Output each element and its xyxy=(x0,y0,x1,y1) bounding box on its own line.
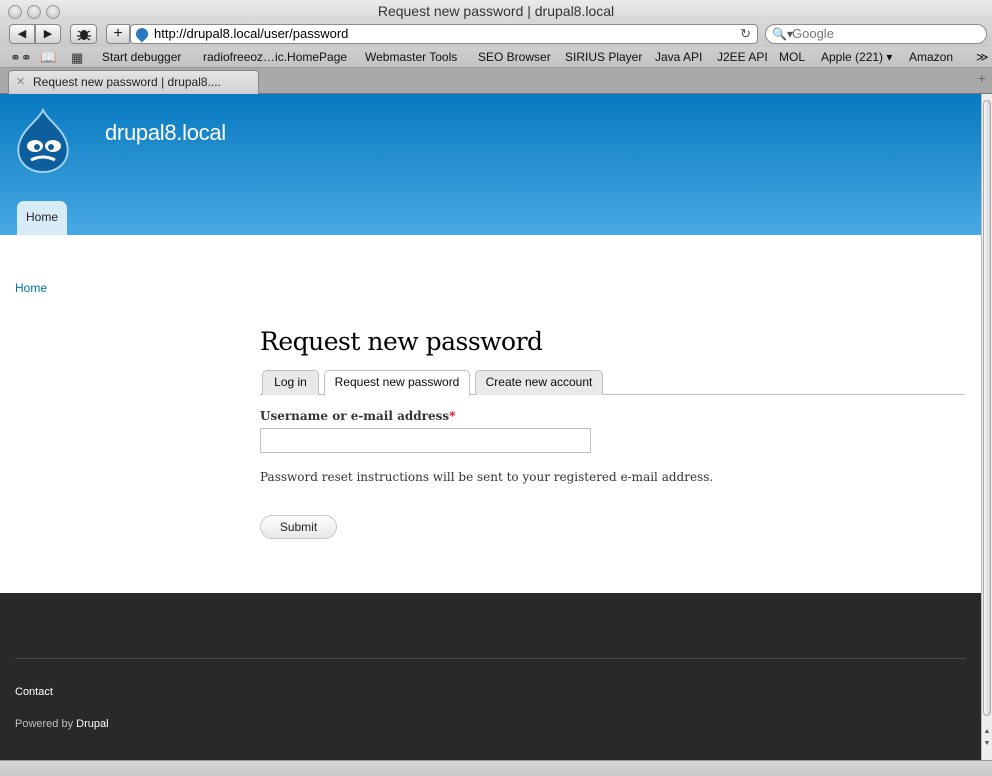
scrollbar-thumb[interactable] xyxy=(983,100,991,716)
tab-create-new-account[interactable]: Create new account xyxy=(475,370,603,395)
tab-log-in[interactable]: Log in xyxy=(262,370,319,395)
username-or-email-input[interactable] xyxy=(260,428,591,453)
reload-icon[interactable]: ↻ xyxy=(740,25,751,43)
page-title: Request new password xyxy=(260,327,543,356)
browser-tab-bar: ✕ Request new password | drupal8.... + xyxy=(0,68,992,94)
bookmark-java-api[interactable]: Java API xyxy=(655,47,702,68)
username-label-text: Username or e-mail address xyxy=(260,409,450,423)
bookmark-webmaster-tools[interactable]: Webmaster Tools xyxy=(365,47,457,68)
powered-by-prefix: Powered by xyxy=(15,718,77,730)
tab-request-new-password[interactable]: Request new password xyxy=(324,370,470,396)
powered-by-text: Powered by Drupal xyxy=(15,718,109,730)
bookmark-amazon[interactable]: Amazon xyxy=(909,47,953,68)
main-nav-home-tab[interactable]: Home xyxy=(17,201,67,235)
footer-contact-link[interactable]: Contact xyxy=(15,686,53,698)
user-tabs: Log in Request new password Create new a… xyxy=(260,369,965,396)
zoom-window-button[interactable] xyxy=(46,5,60,19)
footer-divider xyxy=(15,658,966,659)
submit-button[interactable]: Submit xyxy=(260,515,337,539)
drupal-favicon-icon xyxy=(133,25,151,43)
scroll-down-arrow-icon[interactable]: ▼ xyxy=(982,738,992,749)
plus-icon: + xyxy=(113,25,123,42)
field-description: Password reset instructions will be sent… xyxy=(260,470,714,484)
browser-tab-label: Request new password | drupal8.... xyxy=(33,75,221,89)
required-marker: * xyxy=(449,409,456,423)
back-arrow-icon: ◀ xyxy=(17,28,27,40)
scroll-up-arrow-icon[interactable]: ▲ xyxy=(982,726,992,737)
drupal-link[interactable]: Drupal xyxy=(76,718,108,730)
url-text: http://drupal8.local/user/password xyxy=(154,26,349,41)
breadcrumb-home-link[interactable]: Home xyxy=(15,281,47,295)
bookmarks-overflow-icon[interactable]: ≫ xyxy=(976,47,989,68)
bookmark-j2ee-api[interactable]: J2EE API xyxy=(717,47,768,68)
browser-tab[interactable]: ✕ Request new password | drupal8.... xyxy=(8,70,259,94)
username-field-label: Username or e-mail address* xyxy=(260,409,455,423)
minimize-window-button[interactable] xyxy=(27,5,41,19)
bookmark-mol[interactable]: MOL xyxy=(779,47,805,68)
bookmark-start-debugger[interactable]: Start debugger xyxy=(102,47,181,68)
bookmark-apple[interactable]: Apple (221) ▾ xyxy=(821,47,892,68)
status-bar xyxy=(0,760,992,776)
bookmarks-bar: ⚭⚭ 📖 ▦ Start debugger radiofreeoz…ic.Hom… xyxy=(0,47,992,68)
site-name-link[interactable]: drupal8.local xyxy=(105,120,226,146)
vertical-scrollbar[interactable]: ▲ ▼ xyxy=(981,94,992,760)
window-titlebar: Request new password | drupal8.local xyxy=(0,0,992,22)
browser-toolbar: ◀ ▶ + http://drupal8.local/user/password… xyxy=(0,22,992,47)
forward-button[interactable]: ▶ xyxy=(35,24,61,44)
site-header: drupal8.local Home xyxy=(0,94,981,235)
search-icon: 🔍▾ xyxy=(772,27,793,41)
grid-icon[interactable]: ▦ xyxy=(71,47,83,68)
new-tab-icon[interactable]: + xyxy=(978,70,986,86)
back-button[interactable]: ◀ xyxy=(9,24,35,44)
forward-arrow-icon: ▶ xyxy=(43,28,53,40)
page-viewport: drupal8.local Home Home Request new pass… xyxy=(0,94,981,760)
site-footer: Contact Powered by Drupal xyxy=(0,593,981,760)
bookmark-radiofreeoz[interactable]: radiofreeoz…ic.HomePage xyxy=(203,47,347,68)
search-placeholder: Google xyxy=(792,26,834,41)
reading-glasses-icon[interactable]: ⚭⚭ xyxy=(10,47,32,68)
window-title: Request new password | drupal8.local xyxy=(377,3,615,19)
address-bar[interactable]: http://drupal8.local/user/password ↻ xyxy=(130,24,758,44)
close-window-button[interactable] xyxy=(8,5,22,19)
book-icon[interactable]: 📖 xyxy=(40,47,56,68)
drupal-logo-icon[interactable] xyxy=(13,108,73,174)
bug-icon xyxy=(76,30,91,41)
bookmark-sirius-player[interactable]: SIRIUS Player xyxy=(565,47,642,68)
close-tab-icon[interactable]: ✕ xyxy=(16,71,25,93)
debugger-button[interactable] xyxy=(70,24,97,44)
search-input[interactable]: 🔍▾ Google xyxy=(765,24,987,44)
bookmark-seo-browser[interactable]: SEO Browser xyxy=(478,47,551,68)
add-bookmark-button[interactable]: + xyxy=(106,24,130,44)
